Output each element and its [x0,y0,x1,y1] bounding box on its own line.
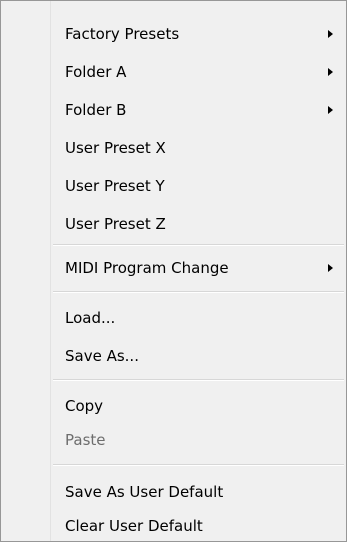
menu-item-save-as[interactable]: Save As... [53,341,343,371]
menu-separator [53,464,344,466]
menu-item-user-preset-y[interactable]: User Preset Y [53,171,343,201]
menu-item-label: Copy [65,397,104,415]
menu-icon-gutter [1,1,51,541]
chevron-right-icon [328,106,333,114]
menu-item-label: Folder A [65,63,127,81]
menu-separator [53,379,344,381]
menu-item-label: User Preset Z [65,215,166,233]
menu-item-label: User Preset X [65,139,166,157]
menu-item-label: Folder B [65,101,127,119]
chevron-right-icon [328,68,333,76]
chevron-right-icon [328,30,333,38]
menu-separator [53,291,344,293]
context-menu: Factory Presets Folder A Folder B User P… [0,0,347,542]
menu-item-label: Save As... [65,347,139,365]
menu-item-label: Paste [65,431,106,449]
menu-item-factory-presets[interactable]: Factory Presets [53,19,343,49]
menu-item-label: Factory Presets [65,25,180,43]
chevron-right-icon [328,264,333,272]
menu-item-folder-b[interactable]: Folder B [53,95,343,125]
menu-item-load[interactable]: Load... [53,303,343,333]
menu-item-paste: Paste [53,425,343,455]
menu-item-clear-user-default[interactable]: Clear User Default [53,511,343,541]
menu-item-label: User Preset Y [65,177,165,195]
menu-item-user-preset-x[interactable]: User Preset X [53,133,343,163]
menu-item-label: Save As User Default [65,483,224,501]
menu-item-folder-a[interactable]: Folder A [53,57,343,87]
menu-item-label: Clear User Default [65,517,203,535]
menu-item-label: MIDI Program Change [65,259,229,277]
menu-item-label: Load... [65,309,116,327]
menu-separator [53,244,344,246]
menu-item-copy[interactable]: Copy [53,391,343,421]
menu-item-save-as-user-default[interactable]: Save As User Default [53,477,343,507]
menu-item-midi-program-change[interactable]: MIDI Program Change [53,253,343,283]
menu-item-user-preset-z[interactable]: User Preset Z [53,209,343,239]
